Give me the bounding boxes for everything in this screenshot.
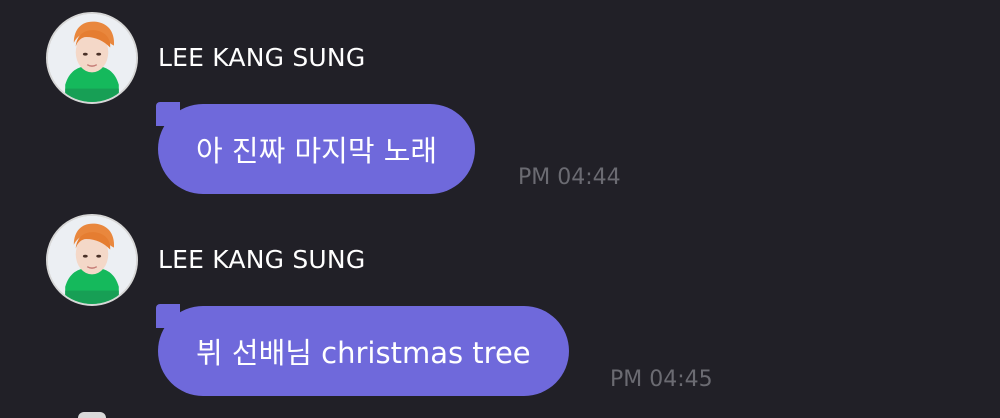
avatar[interactable] (46, 214, 138, 306)
message-bubble[interactable]: 아 진짜 마지막 노래 (155, 102, 476, 194)
message-bubble[interactable]: 뷔 선배님 christmas tree (156, 304, 569, 396)
profile-photo-icon (48, 216, 136, 304)
message-group: LEE KANG SUNG 아 진짜 마지막 노래 PM 04:44 (0, 0, 1000, 200)
profile-photo-icon (48, 14, 136, 102)
sender-name: LEE KANG SUNG (158, 43, 366, 72)
message-timestamp: PM 04:44 (518, 165, 621, 190)
next-avatar-partial (78, 412, 106, 418)
avatar[interactable] (46, 12, 138, 104)
sender-name: LEE KANG SUNG (158, 245, 366, 274)
message-text: 아 진짜 마지막 노래 (196, 134, 438, 168)
message-text: 뷔 선배님 christmas tree (196, 336, 531, 370)
message-timestamp: PM 04:45 (610, 367, 713, 392)
message-group: LEE KANG SUNG 뷔 선배님 christmas tree PM 04… (0, 202, 1000, 402)
